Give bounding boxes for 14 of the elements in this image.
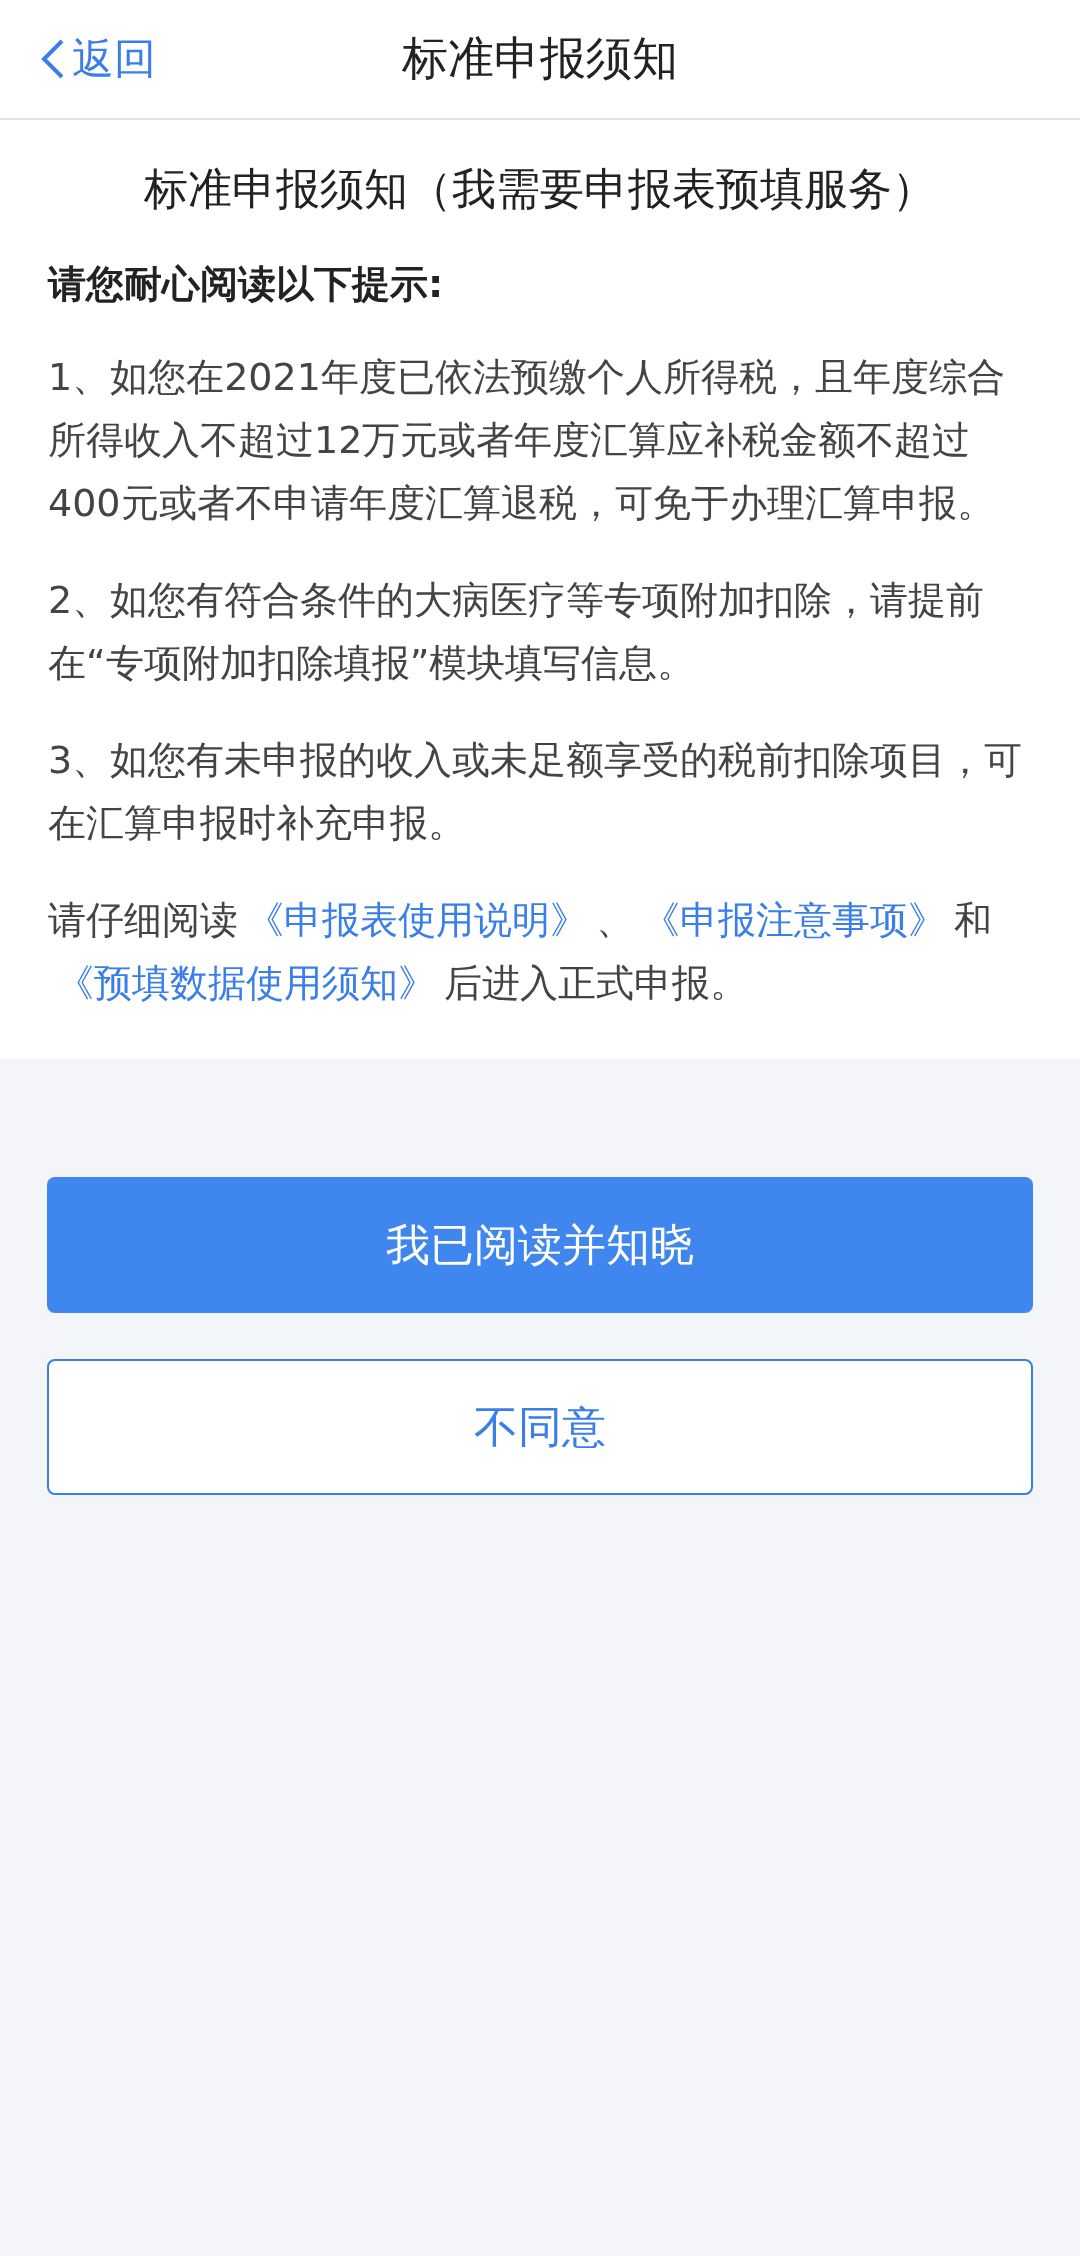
document-link[interactable]: 《申报注意事项》 [642, 898, 946, 942]
notice-heading: 标准申报须知（我需要申报表预填服务） [143, 162, 937, 216]
closing-paragraph: 请仔细阅读 《申报表使用说明》 、 《申报注意事项》 和 《预填数据使用须知》 后进入正式申报。 [48, 897, 993, 1007]
document-link[interactable]: 《申报表使用说明》 [246, 898, 588, 942]
document-link[interactable]: 《预填数据使用须知》 [56, 961, 436, 1005]
back-chevron-icon [40, 37, 66, 81]
notice-item: 1、如您在2021年度已依法预缴个人所得税，且年度综合所得收入不超过12万元或者年度汇算应补税金额不超过400元或者不申请年度汇算退税，可免于办理汇算申报。 [48, 354, 1006, 527]
notice-item: 3、如您有未申报的收入或未足额享受的税前扣除项目，可在汇算申报时补充申报。 [48, 737, 1024, 847]
notice-item: 2、如您有符合条件的大病医疗等专项附加扣除，请提前在“专项附加扣除填报”模块填写信息。 [48, 577, 986, 687]
notice-intro: 请您耐心阅读以下提示: [48, 261, 445, 308]
decline-button[interactable]: 不同意 [47, 1359, 1033, 1495]
page-title: 标准申报须知 [402, 30, 678, 87]
back-button[interactable]: 返回 [40, 0, 156, 118]
acknowledge-button[interactable]: 我已阅读并知晓 [47, 1177, 1033, 1313]
